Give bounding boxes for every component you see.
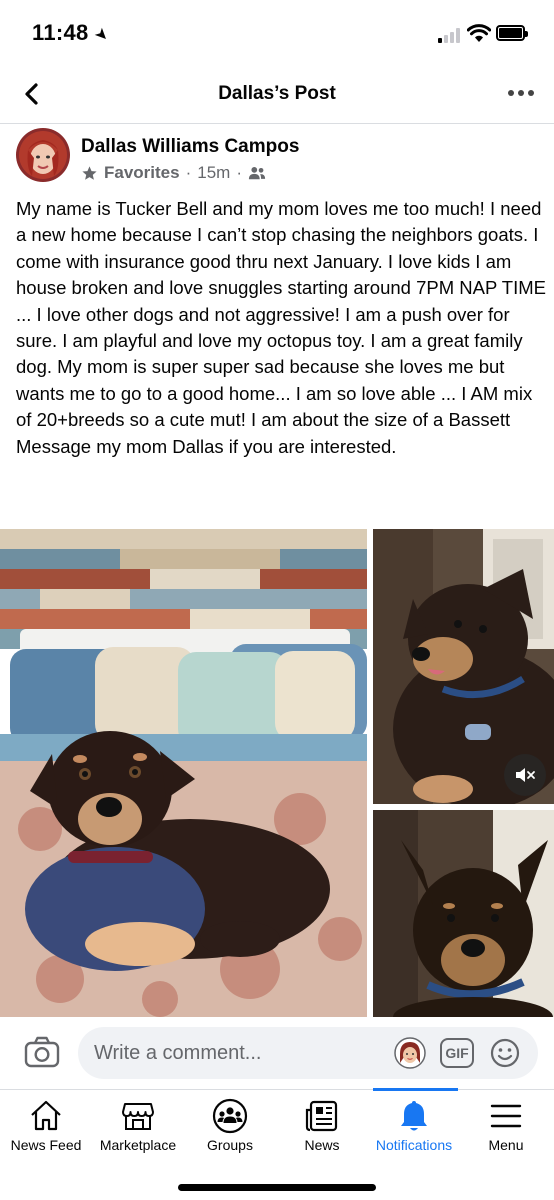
wifi-icon xyxy=(467,24,491,42)
home-icon xyxy=(31,1100,61,1131)
comment-input[interactable] xyxy=(94,1042,364,1065)
news-icon xyxy=(305,1100,338,1132)
speaker-muted-icon xyxy=(516,768,535,782)
nav-groups[interactable]: Groups xyxy=(184,1090,276,1160)
camera-icon[interactable] xyxy=(24,1035,60,1069)
nav-notifications[interactable]: Notifications xyxy=(368,1090,460,1160)
post-meta: Favorites · 15m · xyxy=(81,163,266,183)
nav-menu[interactable]: Menu xyxy=(460,1090,552,1160)
comment-composer: GIF xyxy=(0,1017,554,1089)
star-icon xyxy=(82,165,97,180)
bottom-navigation: News Feed Marketplace Groups News Notifi… xyxy=(0,1088,554,1200)
post-body-text: My name is Tucker Bell and my mom loves … xyxy=(16,198,546,457)
post-header-bar: Dallas’s Post xyxy=(0,64,554,124)
mute-video-button[interactable] xyxy=(504,754,546,796)
nav-marketplace[interactable]: Marketplace xyxy=(92,1090,184,1160)
separator-dot: · xyxy=(185,163,192,182)
clock-text: 11:48 xyxy=(32,20,89,45)
bell-icon xyxy=(401,1101,427,1131)
post-video-dog-closeup[interactable] xyxy=(373,529,554,804)
nav-label: Menu xyxy=(488,1137,524,1153)
audience-label: Favorites xyxy=(104,163,180,182)
gif-button[interactable]: GIF xyxy=(440,1038,474,1068)
shop-icon xyxy=(122,1103,154,1130)
location-arrow-icon: ➤ xyxy=(90,24,112,47)
post-time[interactable]: 15m xyxy=(197,163,230,183)
status-bar: 11:48 ➤ xyxy=(0,0,554,64)
post-photo-dog-portrait[interactable] xyxy=(373,810,554,1017)
emoji-icon[interactable] xyxy=(490,1038,520,1068)
menu-icon xyxy=(490,1104,522,1128)
comment-box: GIF xyxy=(78,1027,538,1079)
author-avatar[interactable] xyxy=(16,128,70,182)
author-name[interactable]: Dallas Williams Campos xyxy=(81,136,299,158)
separator-dot: · xyxy=(236,163,243,182)
battery-icon xyxy=(496,25,528,41)
more-options-icon[interactable] xyxy=(508,86,534,100)
home-indicator xyxy=(178,1184,376,1191)
avatar-sticker-icon[interactable] xyxy=(394,1037,426,1069)
status-time: 11:48 ➤ xyxy=(32,20,112,46)
cell-signal-icon xyxy=(438,27,464,43)
page-title: Dallas’s Post xyxy=(218,83,336,104)
groups-icon xyxy=(212,1098,248,1134)
post-author-section: Dallas Williams Campos Favorites · 15m · xyxy=(0,125,554,191)
nav-news-feed[interactable]: News Feed xyxy=(0,1090,92,1160)
post-photo-dog-on-bed[interactable] xyxy=(0,529,367,1017)
friends-privacy-icon xyxy=(248,166,266,180)
nav-news[interactable]: News xyxy=(276,1090,368,1160)
